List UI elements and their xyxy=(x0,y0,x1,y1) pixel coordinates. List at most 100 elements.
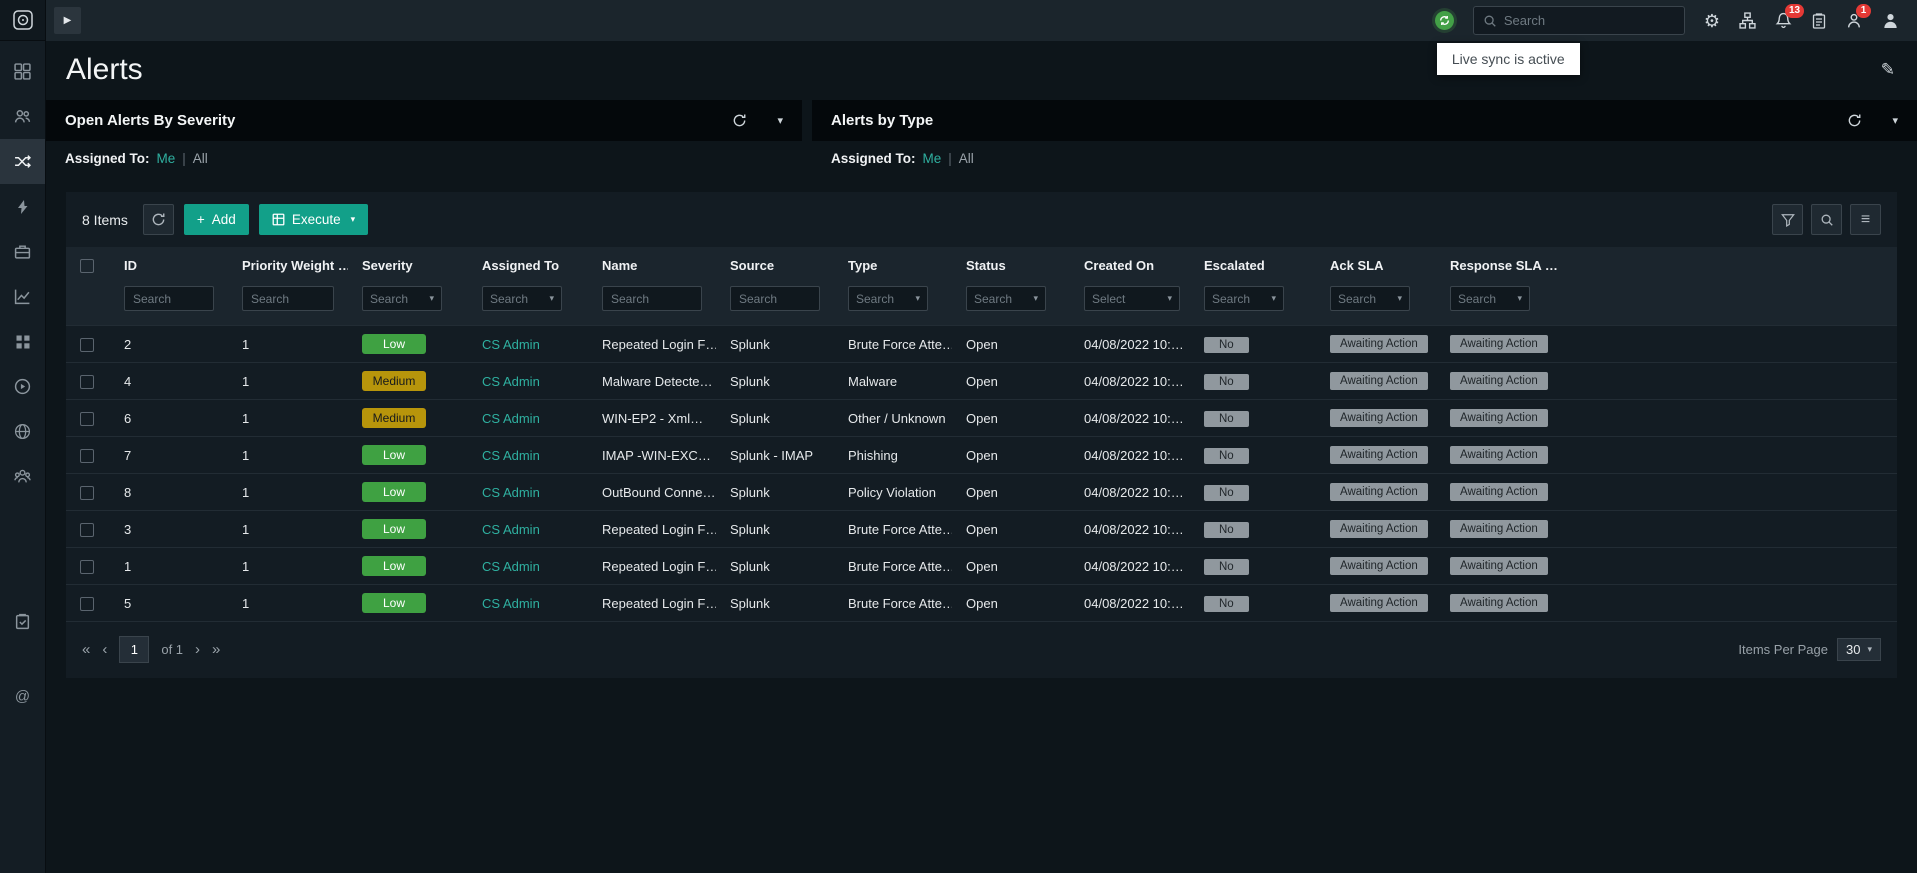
edit-layout-pencil-icon[interactable]: ✎ xyxy=(1881,60,1895,80)
row-checkbox[interactable] xyxy=(80,485,94,500)
sidebar-item-mentions[interactable]: @ xyxy=(0,674,45,719)
assigned-to-link[interactable]: CS Admin xyxy=(482,485,540,500)
filter-input-id[interactable] xyxy=(124,286,214,311)
columns-menu-button[interactable]: ≡ xyxy=(1850,204,1881,235)
col-header-name[interactable]: Name xyxy=(588,247,716,284)
sidebar-item-teams[interactable] xyxy=(0,454,45,499)
page-title: Alerts xyxy=(66,53,143,86)
assigned-to-link[interactable]: CS Admin xyxy=(482,559,540,574)
filter-input-name[interactable] xyxy=(602,286,702,311)
global-search[interactable] xyxy=(1472,6,1685,35)
widget-refresh-icon[interactable] xyxy=(1847,113,1862,128)
table-row[interactable]: 5 1 Low CS Admin Repeated Login F… Splun… xyxy=(66,584,1897,622)
sidebar-item-alerts[interactable] xyxy=(0,139,45,184)
global-search-input[interactable] xyxy=(1503,13,1675,28)
filter-select-created-on[interactable]: ▾ xyxy=(1084,286,1180,311)
col-header-status[interactable]: Status xyxy=(952,247,1070,284)
col-header-source[interactable]: Source xyxy=(716,247,834,284)
sidebar-item-threat-intel[interactable] xyxy=(0,409,45,454)
filter-button[interactable] xyxy=(1772,204,1803,235)
select-all-checkbox[interactable] xyxy=(80,259,94,274)
profile-user-icon[interactable] xyxy=(1882,12,1899,29)
filter-input-priority-weight[interactable] xyxy=(242,286,334,311)
col-header-type[interactable]: Type xyxy=(834,247,952,284)
row-checkbox[interactable] xyxy=(80,374,94,389)
app-logo-icon[interactable] xyxy=(0,0,45,41)
prev-page-button[interactable]: ‹ xyxy=(102,641,107,658)
col-header-assigned-to[interactable]: Assigned To xyxy=(468,247,588,284)
cell-id: 6 xyxy=(110,399,228,437)
sidebar-item-apps[interactable] xyxy=(0,319,45,364)
col-header-severity[interactable]: Severity xyxy=(348,247,468,284)
col-header-escalated[interactable]: Escalated xyxy=(1190,247,1316,284)
expand-menu-button[interactable]: ▶ xyxy=(54,7,81,34)
filter-input-source[interactable] xyxy=(730,286,820,311)
integrations-sitemap-icon[interactable] xyxy=(1739,12,1756,29)
live-sync-icon[interactable] xyxy=(1434,11,1454,30)
assigned-to-link[interactable]: CS Admin xyxy=(482,411,540,426)
col-header-response-sla[interactable]: Response SLA … xyxy=(1436,247,1897,284)
cell-created-on: 04/08/2022 10:… xyxy=(1070,547,1190,585)
table-row[interactable]: 2 1 Low CS Admin Repeated Login F… Splun… xyxy=(66,325,1897,363)
assigned-filter-all[interactable]: All xyxy=(193,151,208,166)
filter-select-severity[interactable]: ▾ xyxy=(362,286,442,311)
col-header-priority-weight[interactable]: Priority Weight … xyxy=(228,247,348,284)
table-row[interactable]: 4 1 Medium CS Admin Malware Detecte… Spl… xyxy=(66,362,1897,400)
sidebar-item-users[interactable] xyxy=(0,94,45,139)
table-row[interactable]: 7 1 Low CS Admin IMAP -WIN-EXC… Splunk -… xyxy=(66,436,1897,474)
sidebar-item-audit[interactable] xyxy=(0,599,45,644)
row-checkbox[interactable] xyxy=(80,522,94,537)
row-checkbox[interactable] xyxy=(80,337,94,352)
row-checkbox[interactable] xyxy=(80,559,94,574)
cell-status: Open xyxy=(952,399,1070,437)
chevron-down-icon: ▾ xyxy=(429,293,434,303)
assigned-filter-me[interactable]: Me xyxy=(923,151,942,166)
first-page-button[interactable]: « xyxy=(82,641,90,658)
col-header-id[interactable]: ID xyxy=(110,247,228,284)
row-checkbox[interactable] xyxy=(80,448,94,463)
table-row[interactable]: 6 1 Medium CS Admin WIN-EP2 - Xml… Splun… xyxy=(66,399,1897,437)
sidebar-item-cases[interactable] xyxy=(0,229,45,274)
assigned-to-link[interactable]: CS Admin xyxy=(482,596,540,611)
assigned-filter-all[interactable]: All xyxy=(959,151,974,166)
table-row[interactable]: 3 1 Low CS Admin Repeated Login F… Splun… xyxy=(66,510,1897,548)
filter-select-ack-sla[interactable]: ▾ xyxy=(1330,286,1410,311)
widget-refresh-icon[interactable] xyxy=(732,113,747,128)
notifications-bell-icon[interactable]: 13 xyxy=(1775,4,1805,29)
assigned-filter-me[interactable]: Me xyxy=(157,151,176,166)
col-header-ack-sla[interactable]: Ack SLA xyxy=(1316,247,1436,284)
filter-select-status[interactable]: ▾ xyxy=(966,286,1046,311)
search-toggle-button[interactable] xyxy=(1811,204,1842,235)
separator: | xyxy=(182,151,186,166)
table-row[interactable]: 1 1 Low CS Admin Repeated Login F… Splun… xyxy=(66,547,1897,585)
settings-gear-icon[interactable]: ⚙ xyxy=(1704,12,1720,30)
user-alerts-icon[interactable]: 1 xyxy=(1846,4,1871,29)
assigned-to-link[interactable]: CS Admin xyxy=(482,448,540,463)
sidebar-item-analytics[interactable] xyxy=(0,274,45,319)
table-row[interactable]: 8 1 Low CS Admin OutBound Conne… Splunk … xyxy=(66,473,1897,511)
execute-button[interactable]: Execute ▾ xyxy=(258,204,369,235)
assigned-to-link[interactable]: CS Admin xyxy=(482,374,540,389)
filter-select-assigned-to[interactable]: ▾ xyxy=(482,286,562,311)
row-checkbox[interactable] xyxy=(80,596,94,611)
row-checkbox[interactable] xyxy=(80,411,94,426)
items-per-page-select[interactable]: 30 ▾ xyxy=(1837,638,1881,661)
add-button[interactable]: + Add xyxy=(183,204,249,235)
filter-select-type[interactable]: ▾ xyxy=(848,286,928,311)
next-page-button[interactable]: › xyxy=(195,641,200,658)
assigned-to-link[interactable]: CS Admin xyxy=(482,337,540,352)
current-page-box[interactable]: 1 xyxy=(119,636,150,663)
filter-select-response-sla[interactable]: ▾ xyxy=(1450,286,1530,311)
filter-select-escalated[interactable]: ▾ xyxy=(1204,286,1284,311)
last-page-button[interactable]: » xyxy=(212,641,220,658)
assigned-to-link[interactable]: CS Admin xyxy=(482,522,540,537)
sidebar-item-playbooks[interactable] xyxy=(0,364,45,409)
widget-collapse-chevron-icon[interactable]: ▾ xyxy=(777,114,783,127)
escalated-badge: No xyxy=(1204,373,1249,390)
sidebar-item-dashboard[interactable] xyxy=(0,49,45,94)
col-header-created-on[interactable]: Created On xyxy=(1070,247,1190,284)
widget-collapse-chevron-icon[interactable]: ▾ xyxy=(1892,114,1898,127)
tasks-clipboard-icon[interactable] xyxy=(1811,12,1827,29)
sidebar-item-automation[interactable] xyxy=(0,184,45,229)
refresh-button[interactable] xyxy=(142,204,174,235)
